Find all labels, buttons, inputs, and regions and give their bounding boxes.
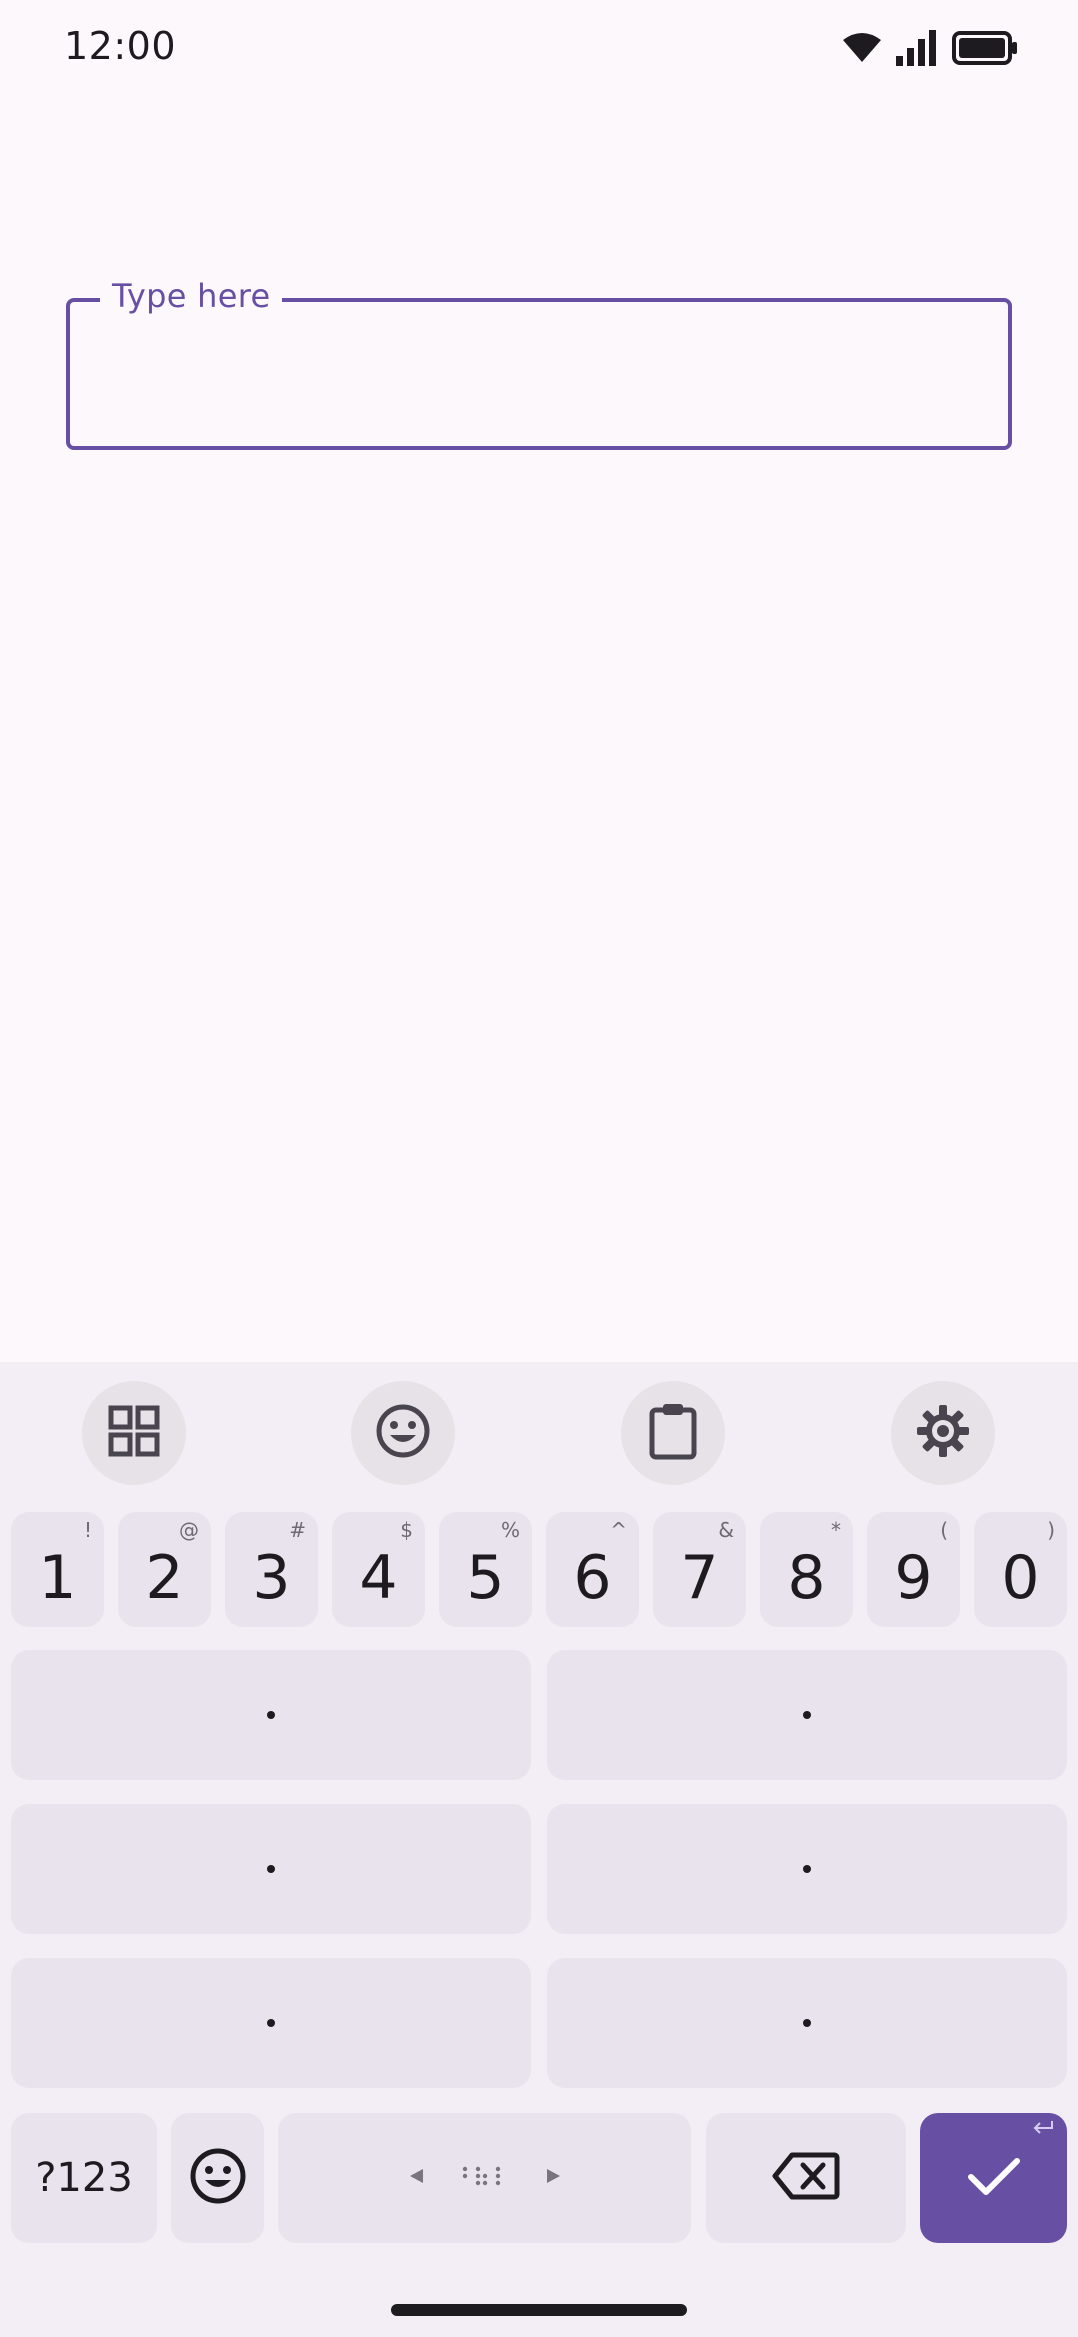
clipboard-icon	[648, 1402, 698, 1464]
key-7-label: 7	[680, 1542, 719, 1613]
space-cursor-icon	[409, 2161, 560, 2195]
emoji-icon	[189, 2147, 247, 2209]
emoji-toolbar-button[interactable]	[351, 1381, 455, 1485]
emoji-key[interactable]	[171, 2113, 264, 2243]
battery-icon	[952, 31, 1018, 65]
dot-glyph	[267, 1865, 275, 1873]
key-4-label: 4	[359, 1542, 398, 1613]
key-left-row2[interactable]	[11, 1804, 531, 1934]
key-0-label: 0	[1001, 1542, 1040, 1613]
gear-icon	[915, 1403, 971, 1463]
clipboard-button[interactable]	[621, 1381, 725, 1485]
key-4-alt: $	[400, 1518, 413, 1542]
key-2-alt: @	[179, 1518, 199, 1542]
key-9[interactable]: 9 (	[867, 1512, 960, 1627]
wifi-icon	[842, 32, 882, 64]
key-5-alt: %	[500, 1518, 520, 1542]
apps-button[interactable]	[82, 1381, 186, 1485]
home-indicator[interactable]	[391, 2304, 687, 2316]
key-9-label: 9	[894, 1542, 933, 1613]
dot-glyph	[803, 2019, 811, 2027]
key-8-label: 8	[787, 1542, 826, 1613]
symbols-key-label: ?123	[35, 2155, 133, 2201]
text-field[interactable]	[66, 298, 1012, 450]
key-9-alt: (	[940, 1518, 948, 1542]
key-right-row1[interactable]	[547, 1650, 1067, 1780]
space-key[interactable]	[278, 2113, 691, 2243]
key-3[interactable]: 3 #	[225, 1512, 318, 1627]
settings-button[interactable]	[891, 1381, 995, 1485]
key-6[interactable]: 6 ^	[546, 1512, 639, 1627]
status-bar: 12:00	[0, 0, 1078, 95]
key-1-alt: !	[83, 1518, 92, 1542]
key-0-alt: )	[1047, 1518, 1055, 1542]
dot-glyph	[803, 1711, 811, 1719]
key-1-label: 1	[38, 1542, 77, 1613]
key-1[interactable]: 1 !	[11, 1512, 104, 1627]
backspace-icon	[772, 2151, 840, 2205]
status-icons	[842, 28, 1018, 68]
key-left-row3[interactable]	[11, 1958, 531, 2088]
key-2-label: 2	[145, 1542, 184, 1613]
key-7[interactable]: 7 &	[653, 1512, 746, 1627]
dot-glyph	[267, 1711, 275, 1719]
key-3-label: 3	[252, 1542, 291, 1613]
text-input[interactable]	[70, 302, 1008, 446]
enter-key[interactable]	[920, 2113, 1067, 2243]
key-8[interactable]: 8 *	[760, 1512, 853, 1627]
text-field-label: Type here	[100, 276, 283, 316]
key-8-alt: *	[831, 1518, 841, 1542]
return-icon	[1031, 2119, 1055, 2141]
signal-icon	[896, 30, 938, 66]
key-right-row3[interactable]	[547, 1958, 1067, 2088]
key-3-alt: #	[289, 1518, 306, 1542]
apps-grid-icon	[108, 1405, 160, 1461]
key-5-label: 5	[466, 1542, 505, 1613]
dot-glyph	[803, 1865, 811, 1873]
key-7-alt: &	[718, 1518, 734, 1542]
key-2[interactable]: 2 @	[118, 1512, 211, 1627]
key-6-alt: ^	[610, 1518, 627, 1542]
key-6-label: 6	[573, 1542, 612, 1613]
status-time: 12:00	[64, 24, 177, 68]
dot-glyph	[267, 2019, 275, 2027]
checkmark-icon	[967, 2155, 1021, 2201]
key-left-row1[interactable]	[11, 1650, 531, 1780]
backspace-key[interactable]	[706, 2113, 906, 2243]
symbols-key[interactable]: ?123	[11, 2113, 157, 2243]
emoji-icon	[375, 1403, 431, 1463]
key-4[interactable]: 4 $	[332, 1512, 425, 1627]
key-right-row2[interactable]	[547, 1804, 1067, 1934]
key-5[interactable]: 5 %	[439, 1512, 532, 1627]
key-0[interactable]: 0 )	[974, 1512, 1067, 1627]
